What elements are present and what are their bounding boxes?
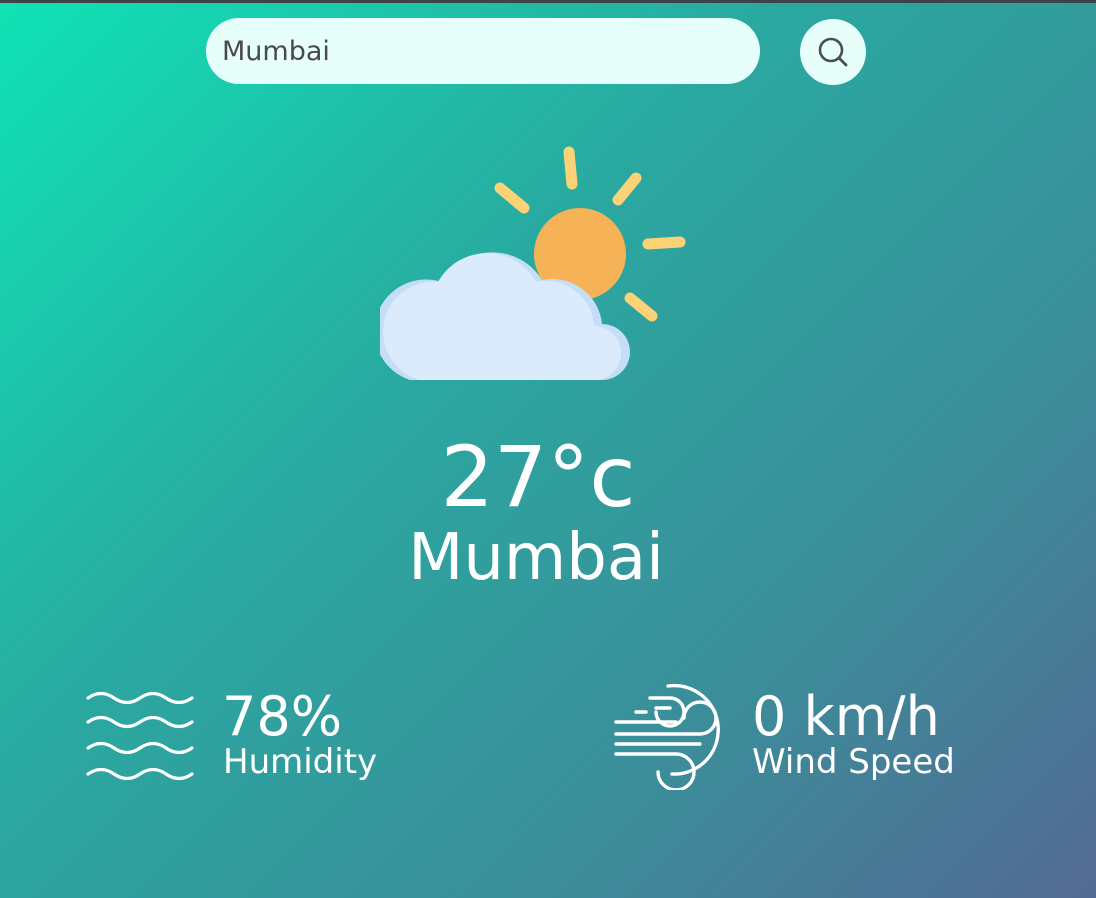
search-button[interactable] <box>800 19 866 85</box>
wind-icon <box>614 683 720 790</box>
partly-cloudy-icon <box>380 146 686 380</box>
humidity-waves-icon <box>86 691 194 781</box>
city-name: Mumbai <box>408 521 664 595</box>
search-icon <box>818 37 848 67</box>
temperature: 27°c <box>440 428 636 526</box>
wind-speed-label: Wind Speed <box>752 742 955 782</box>
wind-speed-value: 0 km/h <box>752 685 940 748</box>
humidity-value: 78% <box>222 685 343 748</box>
window-top-border <box>0 0 1096 3</box>
humidity-label: Humidity <box>223 742 378 782</box>
search-input[interactable] <box>206 18 760 84</box>
